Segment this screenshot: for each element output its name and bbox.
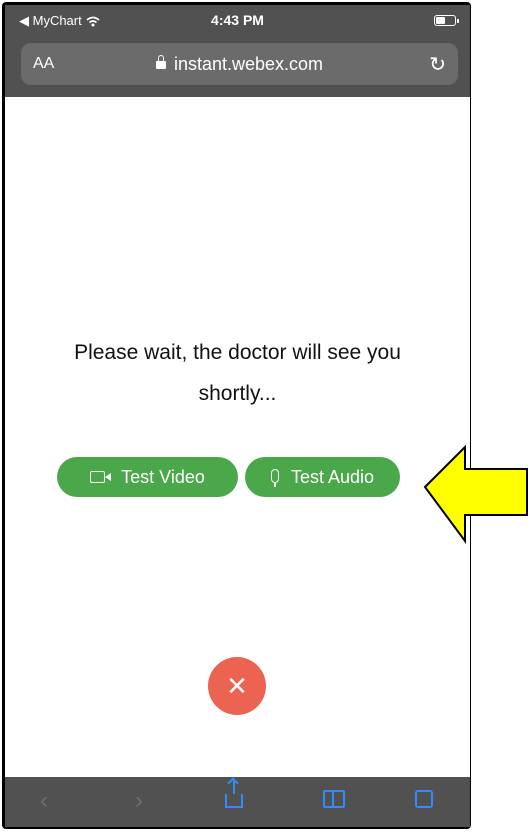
yellow-arrow-icon [423,445,528,545]
forward-icon[interactable]: › [135,789,143,813]
test-video-label: Test Video [121,466,205,487]
url-field[interactable]: instant.webex.com [21,54,458,75]
waiting-message: Please wait, the doctor will see you sho… [74,341,401,405]
reload-icon[interactable]: ↻ [429,52,446,77]
browser-toolbar: ‹ › [5,777,470,827]
phone-frame: ◀ MyChart 4:43 PM AA instant.webex.com ↻… [2,2,471,829]
camera-icon [90,471,112,483]
status-bar: ◀ MyChart 4:43 PM [5,5,470,35]
back-icon[interactable]: ‹ [40,789,48,813]
battery-icon [434,15,459,26]
test-audio-button[interactable]: Test Audio [245,457,400,497]
tabs-icon[interactable] [411,786,433,813]
test-audio-label: Test Audio [290,466,375,487]
address-bar[interactable]: AA instant.webex.com ↻ [21,43,458,85]
clock: 4:43 PM [211,12,264,28]
test-video-button[interactable]: Test Video [57,457,238,497]
bookmarks-icon[interactable] [323,789,345,813]
leave-call-button[interactable]: ✕ [208,657,266,715]
browser-top-bar: ◀ MyChart 4:43 PM AA instant.webex.com ↻ [5,5,470,97]
microphone-icon [270,469,279,487]
lock-icon [155,55,166,69]
share-icon[interactable] [225,780,243,813]
close-icon: ✕ [226,670,248,701]
webex-waiting-page: Please wait, the doctor will see you sho… [5,97,470,777]
url-domain: instant.webex.com [173,54,324,74]
